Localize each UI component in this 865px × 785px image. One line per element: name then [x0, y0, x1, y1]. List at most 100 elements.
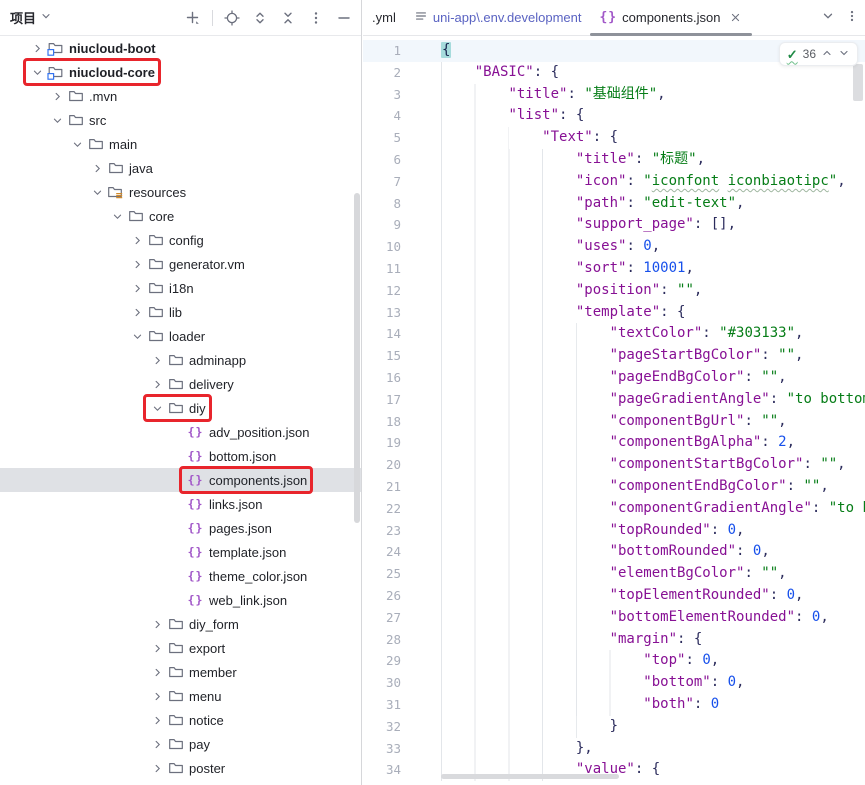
- chevron-down-icon[interactable]: [89, 184, 105, 200]
- tree-item-generator-vm[interactable]: generator.vm: [0, 252, 361, 276]
- prev-problem-icon[interactable]: [821, 47, 833, 62]
- tree-item-web-link-json[interactable]: {}web_link.json: [0, 588, 361, 612]
- code-line-26[interactable]: 26 "topElementRounded": 0,: [363, 585, 865, 607]
- code-editor[interactable]: 1{2 "BASIC": {3 "title": "基础组件",4 "list"…: [363, 37, 865, 785]
- chevron-right-icon[interactable]: [149, 688, 165, 704]
- code-line-4[interactable]: 4 "list": {: [363, 105, 865, 127]
- code-line-28[interactable]: 28 "margin": {: [363, 629, 865, 651]
- tree-item-member[interactable]: member: [0, 660, 361, 684]
- chevron-down-icon[interactable]: [49, 112, 65, 128]
- tree-item-diy-form[interactable]: diy_form: [0, 612, 361, 636]
- code-line-16[interactable]: 16 "pageEndBgColor": "",: [363, 367, 865, 389]
- expand-all-icon[interactable]: [249, 7, 271, 29]
- tree-item-template-json[interactable]: {}template.json: [0, 540, 361, 564]
- code-line-3[interactable]: 3 "title": "基础组件",: [363, 84, 865, 106]
- tree-item-src[interactable]: src: [0, 108, 361, 132]
- code-line-14[interactable]: 14 "textColor": "#303133",: [363, 323, 865, 345]
- code-line-30[interactable]: 30 "bottom": 0,: [363, 672, 865, 694]
- chevron-right-icon[interactable]: [129, 280, 145, 296]
- tree-item-menu[interactable]: menu: [0, 684, 361, 708]
- tree-item-delivery[interactable]: delivery: [0, 372, 361, 396]
- code-line-18[interactable]: 18 "componentBgUrl": "",: [363, 411, 865, 433]
- tree-item-poster[interactable]: poster: [0, 756, 361, 780]
- tree-item-notice[interactable]: notice: [0, 708, 361, 732]
- tree-item-export[interactable]: export: [0, 636, 361, 660]
- chevron-down-icon[interactable]: [69, 136, 85, 152]
- code-line-13[interactable]: 13 "template": {: [363, 302, 865, 324]
- more-icon[interactable]: [305, 7, 327, 29]
- tree-item-main[interactable]: main: [0, 132, 361, 156]
- chevron-right-icon[interactable]: [149, 616, 165, 632]
- tree-item-core[interactable]: core: [0, 204, 361, 228]
- chevron-right-icon[interactable]: [129, 232, 145, 248]
- tree-item-adv-position-json[interactable]: {}adv_position.json: [0, 420, 361, 444]
- chevron-right-icon[interactable]: [149, 760, 165, 776]
- chevron-right-icon[interactable]: [129, 256, 145, 272]
- editor-vertical-scrollbar[interactable]: [853, 64, 863, 101]
- tab-components-json[interactable]: {} components.json: [590, 0, 752, 36]
- code-line-32[interactable]: 32 }: [363, 716, 865, 738]
- code-line-20[interactable]: 20 "componentStartBgColor": "",: [363, 454, 865, 476]
- code-line-17[interactable]: 17 "pageGradientAngle": "to bottom",: [363, 389, 865, 411]
- close-icon[interactable]: [727, 10, 743, 26]
- code-line-29[interactable]: 29 "top": 0,: [363, 650, 865, 672]
- code-line-31[interactable]: 31 "both": 0: [363, 694, 865, 716]
- locate-icon[interactable]: [221, 7, 243, 29]
- inspection-widget[interactable]: ✓ 36: [779, 42, 858, 66]
- next-problem-icon[interactable]: [838, 47, 850, 62]
- chevron-right-icon[interactable]: [149, 736, 165, 752]
- chevron-right-icon[interactable]: [149, 664, 165, 680]
- code-line-25[interactable]: 25 "elementBgColor": "",: [363, 563, 865, 585]
- code-line-22[interactable]: 22 "componentGradientAngle": "to bottom"…: [363, 498, 865, 520]
- project-panel-title[interactable]: 项目: [10, 8, 52, 27]
- tree-item-adminapp[interactable]: adminapp: [0, 348, 361, 372]
- chevron-right-icon[interactable]: [149, 352, 165, 368]
- tree-item-pages-json[interactable]: {}pages.json: [0, 516, 361, 540]
- add-icon[interactable]: [182, 7, 204, 29]
- code-line-27[interactable]: 27 "bottomElementRounded": 0,: [363, 607, 865, 629]
- tab-list-chevron-icon[interactable]: [821, 9, 835, 26]
- chevron-down-icon[interactable]: [109, 208, 125, 224]
- chevron-right-icon[interactable]: [29, 40, 45, 56]
- chevron-right-icon[interactable]: [149, 712, 165, 728]
- tab-env-development[interactable]: uni-app\.env.development: [405, 0, 591, 36]
- tree-item-theme-color-json[interactable]: {}theme_color.json: [0, 564, 361, 588]
- chevron-down-icon[interactable]: [29, 64, 45, 80]
- tree-item-config[interactable]: config: [0, 228, 361, 252]
- code-line-6[interactable]: 6 "title": "标题",: [363, 149, 865, 171]
- tab-yml[interactable]: .yml: [363, 0, 405, 36]
- tree-item-niucloud-boot[interactable]: niucloud-boot: [0, 36, 361, 60]
- code-line-11[interactable]: 11 "sort": 10001,: [363, 258, 865, 280]
- chevron-right-icon[interactable]: [129, 304, 145, 320]
- tree-item-lib[interactable]: lib: [0, 300, 361, 324]
- tree-item-diy[interactable]: diy: [0, 396, 361, 420]
- tree-item-bottom-json[interactable]: {}bottom.json: [0, 444, 361, 468]
- more-options-icon[interactable]: [845, 9, 859, 26]
- tree-item-links-json[interactable]: {}links.json: [0, 492, 361, 516]
- code-line-10[interactable]: 10 "uses": 0,: [363, 236, 865, 258]
- code-line-9[interactable]: 9 "support_page": [],: [363, 214, 865, 236]
- tree-item-i18n[interactable]: i18n: [0, 276, 361, 300]
- tree-item-pay[interactable]: pay: [0, 732, 361, 756]
- code-line-15[interactable]: 15 "pageStartBgColor": "",: [363, 345, 865, 367]
- chevron-right-icon[interactable]: [149, 640, 165, 656]
- tree-item--mvn[interactable]: .mvn: [0, 84, 361, 108]
- code-line-33[interactable]: 33 },: [363, 738, 865, 760]
- chevron-right-icon[interactable]: [49, 88, 65, 104]
- code-line-7[interactable]: 7 "icon": "iconfont iconbiaotipc",: [363, 171, 865, 193]
- tree-item-loader[interactable]: loader: [0, 324, 361, 348]
- project-tree-scrollbar[interactable]: [354, 193, 360, 523]
- code-line-24[interactable]: 24 "bottomRounded": 0,: [363, 541, 865, 563]
- chevron-right-icon[interactable]: [89, 160, 105, 176]
- tree-item-niucloud-core[interactable]: niucloud-core: [0, 60, 361, 84]
- chevron-down-icon[interactable]: [129, 328, 145, 344]
- chevron-down-icon[interactable]: [149, 400, 165, 416]
- code-line-12[interactable]: 12 "position": "",: [363, 280, 865, 302]
- editor-horizontal-scrollbar[interactable]: [441, 774, 619, 779]
- code-line-23[interactable]: 23 "topRounded": 0,: [363, 520, 865, 542]
- code-line-5[interactable]: 5 "Text": {: [363, 127, 865, 149]
- tree-item-resources[interactable]: resources: [0, 180, 361, 204]
- hide-icon[interactable]: [333, 7, 355, 29]
- code-line-21[interactable]: 21 "componentEndBgColor": "",: [363, 476, 865, 498]
- collapse-all-icon[interactable]: [277, 7, 299, 29]
